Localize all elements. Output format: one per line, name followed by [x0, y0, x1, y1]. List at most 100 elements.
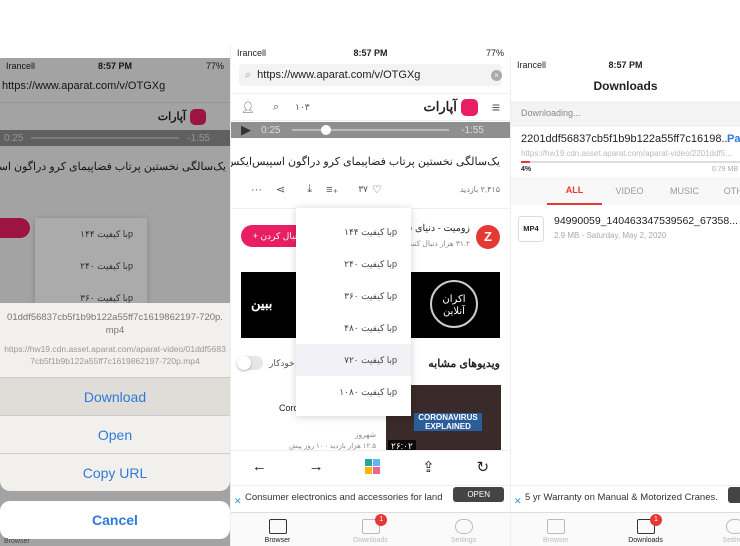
apps-icon[interactable] — [365, 459, 381, 474]
ad-open-button[interactable]: OPEN — [453, 487, 504, 502]
site-logo[interactable]: آپارات — [424, 99, 457, 115]
share-icon[interactable]: ⇪ — [422, 458, 435, 476]
quality-option-144p[interactable]: با کیفیت ۱۴۴p — [296, 216, 411, 248]
more-icon[interactable]: ··· — [251, 184, 262, 196]
back-icon[interactable]: ← — [252, 458, 267, 475]
url-text: https://www.aparat.com/v/OTGXg — [257, 69, 421, 81]
quality-option-240p[interactable]: با کیفیت ۲۴۰p — [296, 248, 411, 280]
page-title: Downloads — [593, 79, 658, 93]
clear-icon[interactable]: × — [491, 69, 502, 81]
file-name: 94990059_140463347539562_67358... — [554, 215, 738, 227]
ad-text: Consumer electronics and accessories for… — [245, 492, 443, 503]
quality-option-1080p[interactable]: با کیفیت ۱۰۸۰p — [296, 376, 411, 408]
download-item[interactable]: MP4 94990059_140463347539562_67358... 2.… — [511, 209, 740, 245]
logo-icon — [460, 98, 478, 116]
tab-browser[interactable]: Browser — [231, 513, 324, 546]
filter-other[interactable]: OTHER — [712, 186, 740, 196]
autoplay-toggle[interactable] — [237, 356, 263, 370]
action-sheet: 01ddf56837cb5f1b9b122a55ff7c1619862197-7… — [0, 303, 230, 491]
browser-screen: Irancell 8:57 PM 77% ⌕ https://www.apara… — [230, 45, 510, 546]
download-size: 0.79 MB — [711, 166, 738, 173]
gear-icon — [454, 519, 473, 534]
progress-percent: 4% — [521, 166, 532, 173]
channel-followers: ۳۱.۲ هزار دنبال کنند — [408, 239, 470, 248]
channel-name[interactable]: زومیت - دنیای ف — [403, 223, 470, 234]
forward-icon[interactable]: → — [309, 458, 324, 475]
thumbnail-text: CORONAVIRUS EXPLAINED — [414, 413, 482, 431]
remaining-time: -1:55 — [461, 124, 484, 136]
tab-settings[interactable]: Settings — [690, 513, 740, 546]
banner-text: ببین — [251, 296, 273, 311]
file-type-icon: MP4 — [518, 216, 544, 242]
download-url: https://hw19.cdn.asset.aparat.com/aparat… — [521, 149, 732, 158]
menu-icon[interactable]: ≡ — [492, 99, 500, 115]
ad-close-icon[interactable]: ✕ — [234, 496, 242, 507]
like-count: ۳۷ — [358, 184, 368, 194]
share-icon[interactable]: ⋖ — [276, 183, 285, 196]
filter-music[interactable]: MUSIC — [657, 186, 712, 196]
clock: 8:57 PM — [353, 48, 388, 58]
ad-strip[interactable]: ✕ Consumer electronics and accessories f… — [231, 485, 510, 509]
elapsed-time: 0:25 — [261, 124, 281, 136]
subscriptions-counter[interactable]: ۱۰۳ — [295, 102, 310, 113]
filter-tabs: ALL VIDEO MUSIC OTHER — [511, 177, 740, 205]
gear-icon — [726, 519, 740, 534]
status-bar: Irancell 8:57 PM 77% — [231, 45, 510, 61]
quality-option-720p[interactable]: با کیفیت ۷۲۰p — [296, 344, 411, 376]
video-player[interactable]: ▶ 0:25 -1:55 — [231, 122, 510, 138]
tab-bar: Browser 1Downloads Settings — [231, 512, 510, 546]
file-meta: 2.9 MB - Saturday, May 2, 2020 — [554, 231, 667, 240]
copy-url-button[interactable]: Copy URL — [0, 453, 230, 491]
ad-strip[interactable]: ✕ 5 yr Warranty on Manual & Motorized Cr… — [511, 485, 740, 509]
quality-option-360p[interactable]: با کیفیت ۳۶۰p — [296, 280, 411, 312]
filter-video[interactable]: VIDEO — [602, 186, 657, 196]
autoplay-label: خودکار — [269, 358, 295, 368]
quality-option-480p[interactable]: با کیفیت ۴۸۰p — [296, 312, 411, 344]
cancel-button[interactable]: Cancel — [0, 501, 230, 539]
tab-bar: Browser 1Downloads Settings — [511, 512, 740, 546]
ad-close-icon[interactable]: ✕ — [514, 496, 522, 507]
quality-dropdown: با کیفیت ۱۴۴p با کیفیت ۲۴۰p با کیفیت ۳۶۰… — [296, 208, 411, 416]
seek-bar[interactable] — [292, 125, 450, 135]
downloads-badge: 1 — [375, 514, 388, 526]
file-url: https://hw19.cdn.asset.aparat.com/aparat… — [4, 344, 226, 366]
download-button[interactable]: Download — [0, 377, 230, 415]
status-bar: Irancell 8:57 PM — [511, 57, 740, 73]
tab-browser[interactable]: Browser — [4, 538, 30, 545]
playlist-add-icon[interactable]: ≡₊ — [326, 183, 338, 196]
play-icon[interactable]: ▶ — [241, 122, 251, 138]
section-label: Downloading... — [511, 101, 740, 127]
similar-videos-title: ویدیوهای مشابه — [428, 358, 500, 370]
download-progress — [521, 161, 740, 163]
reload-icon[interactable]: ↻ — [477, 458, 490, 476]
tab-downloads[interactable]: 1 Downloads — [324, 513, 417, 546]
downloads-badge: 1 — [649, 514, 662, 526]
url-bar[interactable]: ⌕ https://www.aparat.com/v/OTGXg × — [239, 64, 502, 86]
downloads-screen: Irancell 8:57 PM Downloads Downloading..… — [510, 57, 740, 546]
ad-text: 5 yr Warranty on Manual & Motorized Cran… — [525, 492, 718, 503]
browser-icon — [268, 519, 287, 534]
file-name: 01ddf56837cb5f1b9b122a55ff7c1619862197-7… — [7, 312, 223, 336]
search-icon[interactable]: ⌕ — [273, 101, 279, 114]
channel-avatar[interactable]: Z — [476, 225, 500, 249]
similar-video-meta: ۱۲.۵ هزار بازدید · ۱۰ روز پیش — [289, 443, 376, 450]
open-button[interactable]: Open — [0, 415, 230, 453]
browser-icon — [546, 519, 565, 534]
view-count: ۲,۴۱۵ بازدید — [459, 185, 500, 194]
video-title: یک‌سالگی نخستین پرتاب فضاپیمای کرو دراگو… — [230, 156, 500, 168]
search-icon: ⌕ — [245, 68, 252, 81]
similar-video-channel: شهروز — [354, 430, 376, 439]
banner-logo: اکران آنلاین — [430, 280, 478, 328]
download-icon[interactable]: ⤓ — [307, 183, 312, 196]
pause-button[interactable]: Pause — [727, 133, 740, 145]
heart-icon[interactable]: ♡ — [372, 183, 382, 196]
filter-all[interactable]: ALL — [547, 177, 602, 205]
browser-toolbar: ← → ⇪ ↻ — [231, 450, 510, 482]
tab-settings[interactable]: Settings — [417, 513, 510, 546]
left-screen: Irancell 8:57 PM 77% https://www.aparat.… — [0, 58, 230, 546]
download-name: 2201ddf56837cb5f1b9b122a55ff7c16198... — [521, 133, 731, 145]
tab-browser[interactable]: Browser — [511, 513, 601, 546]
chevron-down-icon[interactable]: ⌄ — [239, 155, 247, 166]
tab-downloads[interactable]: 1 Downloads — [601, 513, 691, 546]
user-icon[interactable]: 👤︎ — [241, 101, 255, 114]
